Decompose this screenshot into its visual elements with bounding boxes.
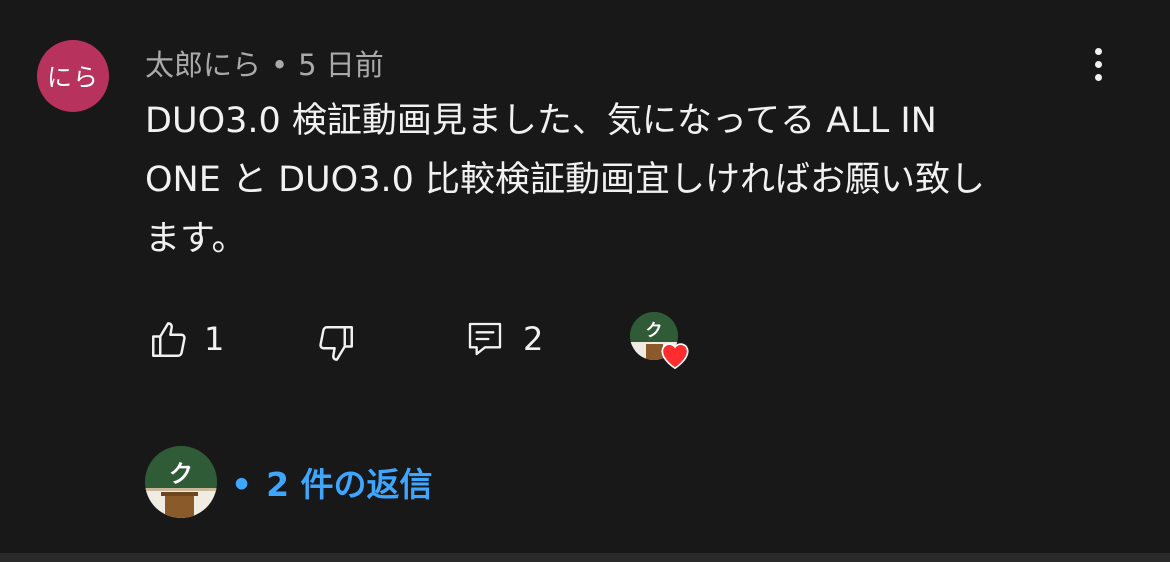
thumb-down-icon[interactable] — [315, 322, 357, 364]
comment-icon[interactable] — [465, 318, 505, 360]
author-avatar-text: にら — [46, 63, 99, 92]
thumb-up-icon[interactable] — [148, 319, 190, 361]
reply-count: 2 — [523, 320, 544, 358]
more-vert-icon — [1094, 47, 1102, 55]
author-name[interactable]: 太郎にら — [145, 48, 261, 82]
more-vert-icon-dot — [1094, 60, 1102, 68]
author-avatar[interactable]: にら — [37, 40, 109, 112]
view-replies-button[interactable]: ク • 2 件の返信 — [145, 446, 433, 518]
reply-avatar-text: ク — [169, 460, 193, 488]
divider — [0, 553, 1170, 562]
comment-timestamp[interactable]: 5 日前 — [298, 48, 384, 82]
creator-heart-badge: ク — [630, 312, 692, 372]
heart-icon — [661, 343, 689, 370]
meta-separator: • — [271, 48, 289, 82]
like-count: 1 — [204, 320, 225, 358]
replies-label: 2 件の返信 — [266, 465, 433, 504]
more-options-button[interactable] — [1080, 44, 1116, 84]
replies-separator: • — [231, 465, 253, 504]
more-vert-icon-dot — [1094, 73, 1102, 81]
comment-card: にら 太郎にら • 5 日前 DUO3.0 検証動画見ました、気になってる ALL … — [0, 0, 1170, 562]
comment-actions: 1 2 ク — [0, 310, 1170, 370]
comment-meta: 太郎にら • 5 日前 — [145, 42, 384, 84]
comment-text: DUO3.0 検証動画見ました、気になってる ALL IN ONE と DUO3… — [145, 101, 986, 259]
replies-link[interactable]: • 2 件の返信 — [231, 458, 433, 506]
avatar-desktop — [160, 492, 199, 497]
avatar-desk — [165, 493, 194, 518]
reply-author-avatar: ク — [145, 446, 217, 518]
